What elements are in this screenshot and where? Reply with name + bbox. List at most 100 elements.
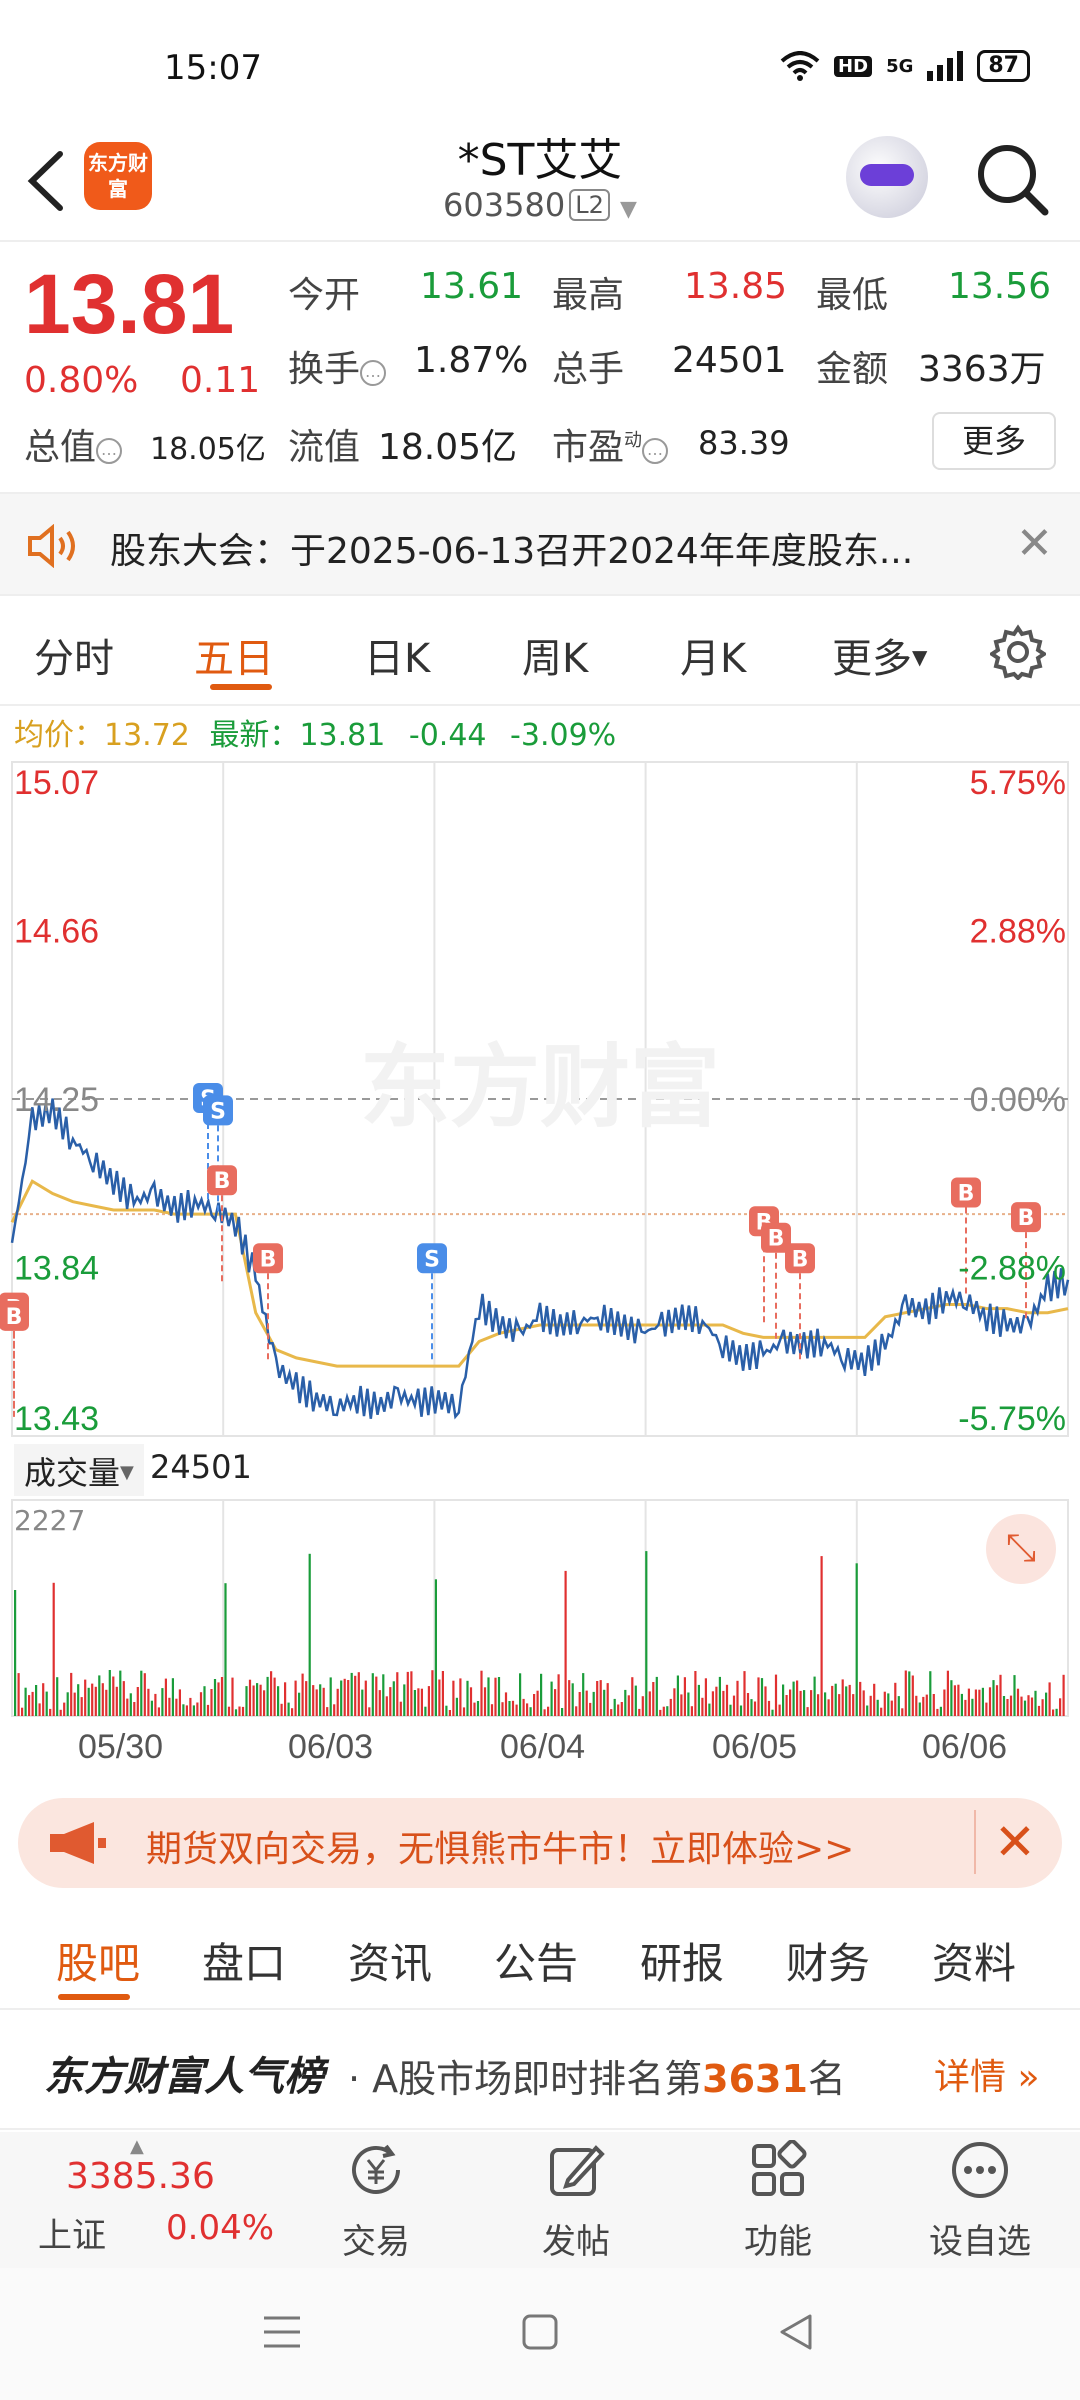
double-chevron-right-icon: »: [1017, 2057, 1040, 2098]
volume-bar: [687, 1692, 690, 1716]
date-label: 05/30: [78, 1728, 164, 1766]
volume-bar: [273, 1677, 276, 1716]
volume-bar: [869, 1695, 872, 1716]
search-icon[interactable]: [975, 142, 1051, 218]
back-icon[interactable]: [22, 148, 72, 214]
volume-bar: [904, 1670, 907, 1716]
tab-five-day[interactable]: 五日: [194, 626, 274, 684]
volume-bar: [1030, 1697, 1034, 1716]
tab-intraday[interactable]: 分时: [34, 626, 114, 684]
expand-icon[interactable]: ⤡: [986, 1514, 1056, 1584]
volume-bar: [603, 1689, 606, 1716]
more-button[interactable]: 更多: [932, 412, 1056, 470]
volume-bar: [368, 1707, 371, 1716]
info-icon[interactable]: …: [642, 438, 669, 464]
avg-label: 均价：: [14, 718, 104, 753]
tab-monthly-k[interactable]: 月K: [680, 626, 746, 684]
assistant-robot-icon[interactable]: [846, 136, 928, 218]
volume-bar: [767, 1700, 771, 1716]
volume-bar: [894, 1682, 897, 1716]
pe-label: 市盈动…: [552, 418, 669, 470]
volume-bar: [939, 1706, 942, 1716]
volume-bar: [357, 1672, 360, 1716]
info-icon[interactable]: …: [96, 438, 123, 464]
volume-bar: [645, 1551, 648, 1716]
add-watchlist-button[interactable]: 设自选: [910, 2140, 1050, 2263]
y-axis-label-right: 0.00%: [970, 1081, 1066, 1119]
volume-bar: [494, 1677, 497, 1716]
tab-finance[interactable]: 财务: [786, 1930, 870, 1991]
menu-icon[interactable]: [262, 2314, 302, 2350]
marker-label: B: [6, 1305, 23, 1330]
volume-bar: [378, 1690, 381, 1716]
function-button[interactable]: 功能: [708, 2139, 848, 2263]
y-axis-label-right: 2.88%: [970, 913, 1066, 951]
speaker-icon: [28, 524, 75, 568]
volume-bar: [683, 1677, 686, 1716]
volume-bar: [220, 1677, 224, 1716]
popularity-row[interactable]: 东方财富人气榜 · A股市场即时排名第3631名 详情 »: [0, 2010, 1080, 2130]
grid-icon: [752, 2139, 807, 2196]
tab-research[interactable]: 研报: [640, 1930, 724, 1991]
close-icon[interactable]: ✕: [974, 1810, 1036, 1874]
notice-bar[interactable]: 股东大会：于2025-06-13召开2024年年度股东... ✕: [0, 492, 1080, 596]
chart-tabs: 分时 五日 日K 周K 月K 更多▼: [0, 596, 1080, 706]
volume-selector[interactable]: 成交量▼: [14, 1444, 144, 1496]
date-label: 06/06: [922, 1728, 1008, 1766]
tab-guba[interactable]: 股吧: [56, 1930, 140, 1991]
volume-bar: [820, 1556, 823, 1716]
index-change-pct: 0.04%: [166, 2208, 275, 2248]
notice-text: 股东大会：于2025-06-13召开2024年年度股东...: [110, 531, 914, 572]
volume-bar: [336, 1688, 339, 1716]
promo-banner[interactable]: 期货双向交易，无惧熊市牛市！立即体验>> ✕: [18, 1798, 1062, 1888]
tab-news[interactable]: 资讯: [348, 1930, 432, 1991]
tab-more[interactable]: 更多▼: [832, 626, 927, 684]
volume-bar: [813, 1676, 816, 1716]
volume-bar: [1020, 1696, 1023, 1716]
gear-icon[interactable]: [990, 624, 1046, 680]
trade-button[interactable]: 交易: [306, 2140, 446, 2263]
volume-bar: [252, 1685, 255, 1716]
volume-bar: [760, 1678, 764, 1716]
volume-bar: [101, 1683, 104, 1716]
index-value[interactable]: 3385.36: [66, 2156, 215, 2197]
active-tab-indicator: [58, 1994, 130, 2000]
post-button[interactable]: 发帖: [506, 2140, 646, 2263]
tab-announcements[interactable]: 公告: [494, 1930, 578, 1991]
volume-bar: [1034, 1690, 1037, 1716]
status-bar: 15:07 HD 5G 87: [0, 0, 1080, 120]
volume-bar: [1027, 1695, 1030, 1716]
status-time: 15:07: [164, 48, 262, 88]
volume-bar: [932, 1694, 935, 1716]
caret-down-icon: ▼: [912, 645, 928, 669]
tab-daily-k[interactable]: 日K: [364, 626, 430, 684]
volume-bar: [217, 1682, 220, 1716]
volume-bar: [992, 1680, 995, 1716]
tab-profile[interactable]: 资料: [932, 1930, 1016, 1991]
back-nav-icon[interactable]: [778, 2312, 814, 2352]
home-icon[interactable]: [522, 2314, 558, 2350]
info-icon[interactable]: …: [360, 360, 387, 386]
tab-pankou[interactable]: 盘口: [202, 1930, 286, 1991]
detail-link[interactable]: 详情 »: [934, 2048, 1040, 2100]
y-axis-label-left: 13.84: [14, 1250, 99, 1288]
y-axis-label-right: -5.75%: [958, 1400, 1066, 1438]
volume-bar: [543, 1709, 546, 1716]
volume-bar: [848, 1684, 851, 1716]
trade-marker: B: [253, 1243, 283, 1364]
volume-bar: [501, 1702, 504, 1716]
change-percent: 0.80%: [24, 360, 139, 401]
volume-bar: [42, 1683, 45, 1716]
watermark: 东方财富: [360, 1035, 720, 1140]
tab-weekly-k[interactable]: 周K: [522, 626, 588, 684]
last-price: 13.81: [24, 257, 235, 351]
marker-label: S: [210, 1099, 226, 1124]
volume-bar: [950, 1680, 953, 1716]
volume-bar: [70, 1672, 73, 1716]
close-icon[interactable]: ✕: [1016, 518, 1053, 569]
volume-bar: [133, 1702, 136, 1716]
volume-bar: [112, 1676, 115, 1716]
volume-bar: [77, 1684, 80, 1716]
five-day-chart[interactable]: 东方财富 BBSSBBSBBBBB 15.075.75%14.662.88%14…: [0, 760, 1080, 1740]
hd-icon: HD: [834, 55, 873, 77]
